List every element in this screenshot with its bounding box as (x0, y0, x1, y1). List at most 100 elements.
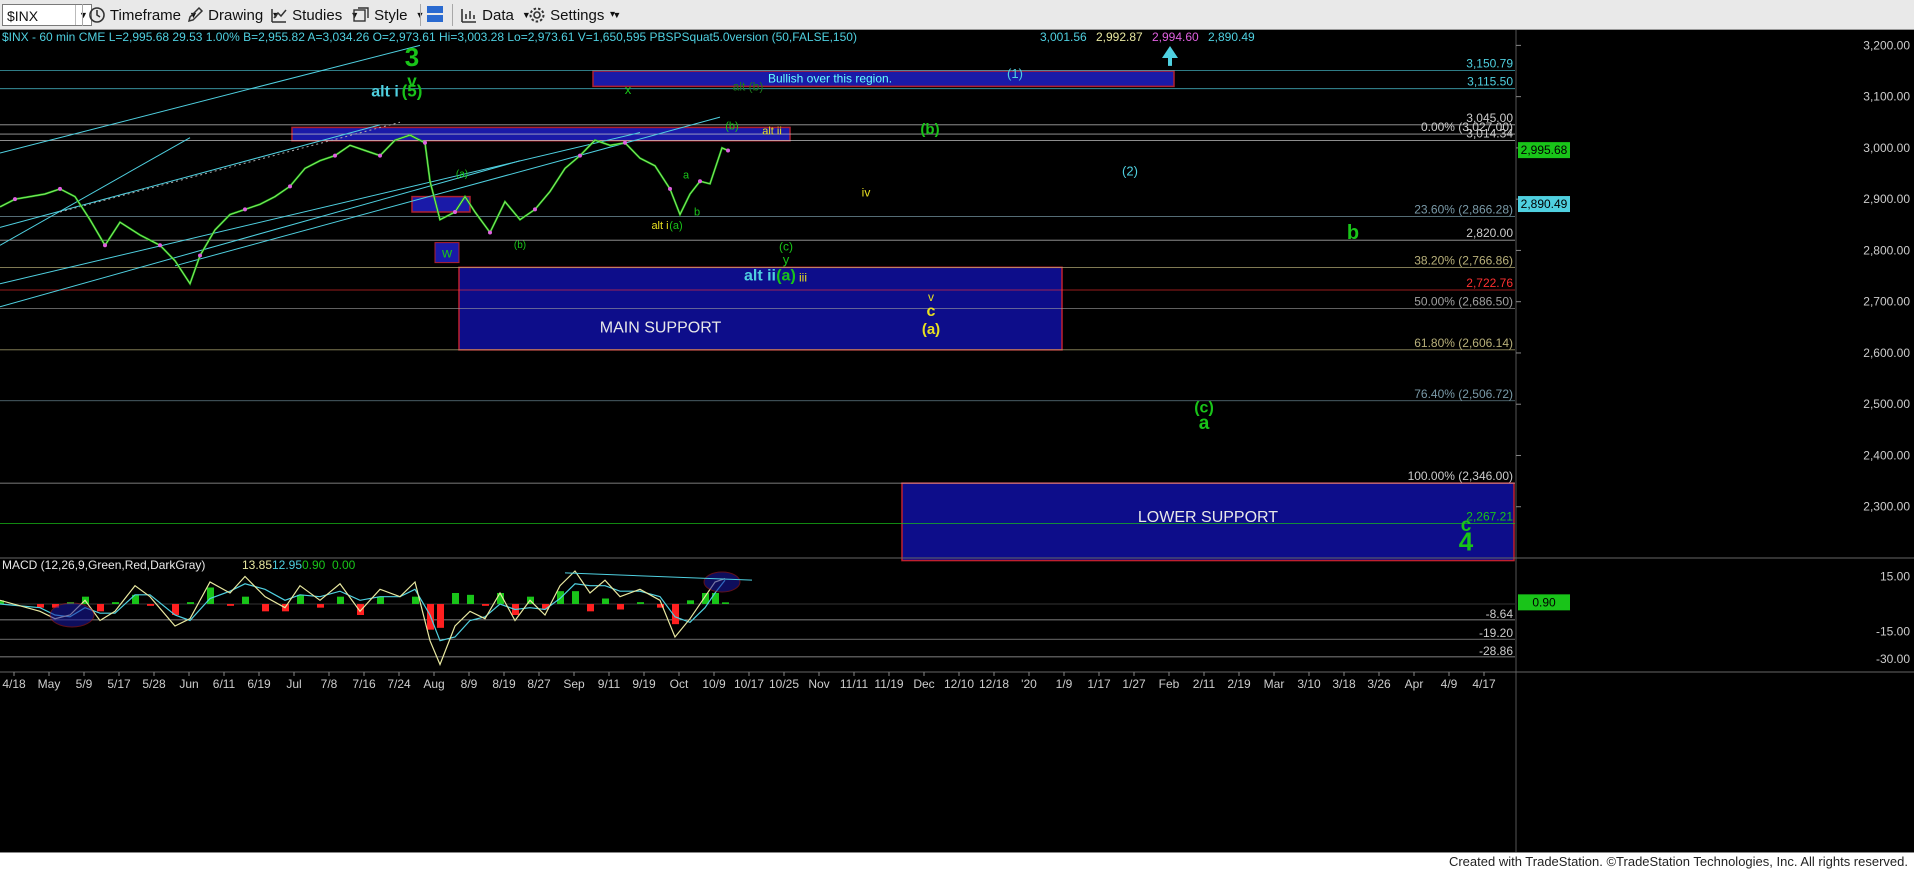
wave-label: iii (799, 271, 807, 285)
macd-tick-label: -15.00 (1876, 625, 1910, 639)
style-icon (353, 7, 369, 22)
level-label: 3,115.50 (1467, 75, 1513, 89)
data-icon (461, 9, 476, 23)
timeframe-menu[interactable]: Timeframe ▼ (88, 4, 198, 26)
toolbar-more[interactable]: ▾ (610, 4, 615, 26)
date-tick-label: 12/10 (944, 677, 974, 691)
macd-histogram-bar (482, 604, 489, 606)
wave-label: (a) (456, 169, 468, 180)
date-tick-label: Aug (423, 677, 444, 691)
style-label: Style (374, 7, 408, 24)
macd-highlight-ellipse (703, 571, 741, 593)
date-tick-label: 4/17 (1472, 677, 1496, 691)
price-marker (423, 140, 427, 145)
price-marker (198, 253, 202, 258)
layout-button[interactable] (425, 4, 445, 26)
date-tick-label: 7/16 (352, 677, 376, 691)
price-marker (453, 209, 457, 214)
price-marker (578, 153, 582, 158)
study-value: 2,992.87 (1096, 30, 1143, 44)
wave-label: alt ii (744, 268, 776, 285)
macd-value: 12.95 (272, 558, 302, 572)
macd-histogram-bar (712, 593, 719, 604)
price-marker (623, 140, 627, 145)
drawing-menu[interactable]: Drawing ▼ (186, 4, 280, 26)
wave-label: alt i (651, 220, 668, 232)
macd-histogram-bar (572, 591, 579, 604)
date-tick-label: 7/8 (321, 677, 338, 691)
macd-histogram-bar (297, 594, 304, 604)
macd-histogram-bar (227, 604, 234, 606)
date-tick-label: 1/27 (1122, 677, 1146, 691)
toolbar-divider (452, 4, 453, 26)
level-label: 61.80% (2,606.14) (1414, 336, 1513, 350)
chart-area[interactable]: Bullish over this region.MAIN SUPPORTLOW… (0, 30, 1914, 852)
date-tick-label: 3/10 (1297, 677, 1321, 691)
wave-label: iv (862, 186, 871, 200)
studies-menu[interactable]: Studies ▼ (270, 4, 359, 26)
price-tick-label: 2,700.00 (1863, 295, 1910, 309)
drawing-label: Drawing (208, 7, 264, 24)
date-tick-label: 4/18 (2, 677, 26, 691)
date-tick-label: Sep (563, 677, 585, 691)
wave-label: (b) (920, 121, 939, 138)
macd-histogram-bar (617, 604, 624, 610)
level-label: 100.00% (2,346.00) (1408, 469, 1513, 483)
style-menu[interactable]: Style▼ (352, 4, 424, 26)
price-tick-label: 3,000.00 (1863, 141, 1910, 155)
date-tick-label: 2/19 (1227, 677, 1251, 691)
date-tick-label: 8/19 (492, 677, 516, 691)
price-marker (378, 153, 382, 158)
date-tick-label: 7/24 (387, 677, 411, 691)
wave-label: b (1347, 222, 1359, 244)
wave-label: alt ii (762, 126, 782, 138)
symbol-input[interactable]: $INX ▼ (2, 4, 92, 26)
wave-label: 3 (405, 42, 419, 72)
price-tick-label: 2,500.00 (1863, 397, 1910, 411)
level-label: 2,267.21 (1466, 510, 1513, 524)
study-value: 2,890.49 (1208, 30, 1255, 44)
date-tick-label: 3/18 (1332, 677, 1356, 691)
chart-background (0, 30, 1914, 852)
level-label: 2,722.76 (1466, 276, 1513, 290)
toolbar-divider (420, 4, 421, 26)
macd-value: 13.85 (242, 558, 272, 572)
date-tick-label: Jun (179, 677, 198, 691)
zone-label: MAIN SUPPORT (600, 319, 722, 336)
date-tick-label: 3/26 (1367, 677, 1391, 691)
level-label: 76.40% (2,506.72) (1414, 387, 1513, 401)
study-value: 3,001.56 (1040, 30, 1087, 44)
macd-histogram-bar (467, 594, 474, 604)
wave-label: (a) (669, 220, 682, 232)
data-menu[interactable]: Data ▼ (460, 4, 531, 26)
price-marker (158, 243, 162, 248)
price-marker (288, 184, 292, 189)
studies-icon (271, 9, 287, 23)
wave-label: a (1199, 413, 1210, 434)
wave-label: x (625, 82, 632, 97)
wave-label: alt (b) (733, 79, 764, 93)
macd-title: MACD (12,26,9,Green,Red,DarkGray) (2, 558, 205, 572)
toolbar: $INX ▼ Timeframe ▼ Drawing ▼ Studies ▼ Styl… (0, 0, 1914, 30)
macd-histogram-bar (587, 604, 594, 612)
date-tick-label: Apr (1405, 677, 1424, 691)
macd-level-label: -8.64 (1486, 607, 1514, 621)
level-label: 23.60% (2,866.28) (1414, 202, 1513, 216)
date-tick-label: Feb (1159, 677, 1180, 691)
date-tick-label: 4/9 (1441, 677, 1458, 691)
settings-menu[interactable]: Settings ▼ (528, 4, 621, 26)
price-marker (698, 179, 702, 184)
date-tick-label: 9/19 (632, 677, 656, 691)
date-tick-label: 2/11 (1193, 677, 1216, 691)
price-tick-label: 2,300.00 (1863, 500, 1910, 514)
price-marker (103, 243, 107, 248)
price-tick-label: 2,600.00 (1863, 346, 1910, 360)
timeframe-label: Timeframe (109, 7, 182, 24)
level-label: 2,820.00 (1466, 226, 1513, 240)
date-tick-label: 10/9 (702, 677, 726, 691)
clock-icon (89, 7, 105, 23)
level-label: 3,014.34 (1466, 127, 1513, 141)
gear-icon (529, 7, 545, 23)
date-tick-label: 1/9 (1056, 677, 1073, 691)
wave-label: w (441, 245, 453, 261)
